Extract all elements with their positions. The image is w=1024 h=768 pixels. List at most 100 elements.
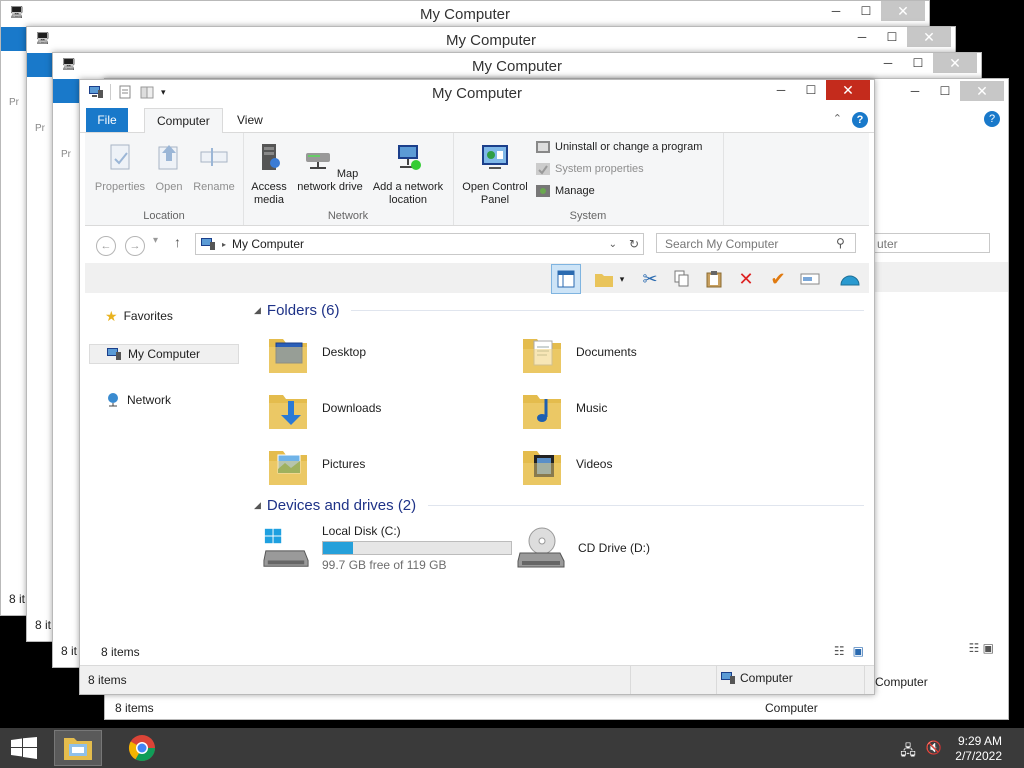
tab-file[interactable]: File — [86, 108, 128, 132]
control-panel-icon — [482, 145, 508, 169]
minimize-button[interactable]: ─ — [847, 27, 877, 47]
network-location-icon — [398, 145, 421, 170]
clock[interactable]: 9:29 AM 2/7/2022 — [955, 734, 1002, 764]
recent-locations-icon[interactable]: ▾ — [153, 235, 158, 246]
add-network-location-button[interactable]: Add a network location — [367, 141, 449, 207]
status-items: 8 it — [9, 592, 26, 606]
ribbon: Properties Open Rename Location Access m… — [85, 133, 869, 226]
close-button[interactable]: ✕ — [881, 1, 925, 21]
nav-my-computer[interactable]: My Computer — [89, 344, 239, 364]
copy-icon[interactable] — [671, 268, 693, 290]
options-dropdown-icon[interactable]: ▾ — [617, 268, 627, 290]
address-dropdown-icon[interactable]: ⌄ — [609, 239, 617, 250]
access-media-button[interactable]: Access media — [247, 141, 291, 207]
file-tab[interactable] — [53, 79, 81, 103]
folder-pictures[interactable]: Pictures — [266, 438, 506, 490]
collapse-arrow-icon: ◢ — [254, 500, 261, 510]
close-button[interactable]: ✕ — [907, 27, 951, 47]
collapse-arrow-icon: ◢ — [254, 305, 261, 315]
paste-icon[interactable] — [703, 268, 725, 290]
drive-c-usage-bar — [322, 541, 512, 555]
start-button[interactable] — [10, 737, 38, 759]
maximize-button[interactable]: ☐ — [851, 1, 881, 21]
navigation-pane: ★ Favorites My Computer Network — [85, 296, 245, 650]
cut-icon[interactable]: ✂ — [639, 268, 661, 290]
close-button[interactable]: ✕ — [826, 80, 870, 100]
folder-videos[interactable]: Videos — [520, 438, 760, 490]
folder-desktop[interactable]: Desktop — [266, 326, 506, 378]
map-network-drive-button[interactable]: Map network drive — [293, 141, 367, 194]
search-input[interactable]: uter — [870, 233, 990, 253]
folder-downloads[interactable]: Downloads — [266, 382, 506, 434]
documents-folder-icon — [523, 339, 561, 373]
search-icon[interactable]: ⚲ — [836, 236, 845, 250]
address-bar[interactable]: ▸ My Computer ⌄ ↻ — [195, 233, 644, 255]
nav-favorites[interactable]: ★ Favorites — [89, 306, 239, 326]
large-icons-view-icon[interactable]: ▣ — [853, 644, 864, 658]
forward-button[interactable]: → — [125, 236, 145, 256]
tab-computer[interactable]: Computer — [144, 108, 223, 133]
maximize-button[interactable]: ☐ — [877, 27, 907, 47]
minimize-button[interactable]: ─ — [766, 80, 796, 100]
rename-button[interactable]: Rename — [189, 141, 239, 194]
folders-header[interactable]: ◢ Folders (6) — [254, 302, 864, 319]
maximize-button[interactable]: ☐ — [903, 53, 933, 73]
chrome-icon — [128, 735, 156, 762]
checkmark-icon[interactable]: ✔ — [767, 268, 789, 290]
taskbar-file-explorer[interactable] — [54, 730, 102, 766]
minimize-button[interactable]: ─ — [821, 1, 851, 21]
preview-pane-icon[interactable] — [551, 264, 581, 294]
nav-network[interactable]: Network — [89, 390, 239, 410]
star-icon: ★ — [105, 307, 118, 324]
close-button[interactable]: ✕ — [960, 81, 1004, 101]
file-tab[interactable] — [1, 27, 29, 51]
shell-icon[interactable] — [839, 268, 861, 290]
location-group-title: Location — [143, 210, 185, 222]
explorer-window[interactable]: ▾ My Computer ─ ☐ ✕ File Computer View ⌃… — [79, 79, 875, 695]
folder-music[interactable]: Music — [520, 382, 760, 434]
title-bar[interactable]: ▾ My Computer ─ ☐ ✕ — [80, 80, 874, 106]
status-computer: Computer — [875, 675, 928, 689]
search-input[interactable]: Search My Computer — [656, 233, 856, 253]
folder-documents[interactable]: Documents — [520, 326, 760, 378]
volume-muted-icon[interactable]: 🔇 — [926, 740, 942, 764]
system-properties-icon — [536, 163, 550, 175]
refresh-icon[interactable]: ↻ — [629, 237, 639, 251]
close-button[interactable]: ✕ — [933, 53, 977, 73]
view-toggle-icons[interactable]: ☷ ▣ — [969, 641, 994, 655]
delete-icon[interactable]: ✕ — [735, 268, 757, 290]
breadcrumb-my-computer[interactable]: My Computer — [232, 237, 304, 251]
tab-view[interactable]: View — [225, 108, 275, 132]
computer-icon — [107, 348, 121, 360]
up-arrow-icon[interactable]: ↑ — [174, 234, 181, 250]
properties-button[interactable]: Properties — [91, 141, 149, 194]
devices-header[interactable]: ◢ Devices and drives (2) — [254, 497, 864, 514]
manage-button[interactable]: Manage — [535, 182, 595, 200]
network-drive-icon — [305, 153, 330, 169]
back-button[interactable]: ← — [96, 236, 116, 256]
network-group-title: Network — [327, 210, 369, 222]
uninstall-program-button[interactable]: Uninstall or change a program — [535, 138, 702, 156]
breadcrumb-chevron-icon[interactable]: ▸ — [222, 240, 226, 249]
collapse-ribbon-icon[interactable]: ⌃ — [833, 112, 842, 125]
drive-c[interactable]: Local Disk (C:) 99.7 GB free of 119 GB — [262, 522, 512, 574]
file-tab[interactable] — [27, 53, 55, 77]
minimize-button[interactable]: ─ — [873, 53, 903, 73]
drive-d[interactable]: CD Drive (D:) — [516, 522, 756, 574]
system-properties-button[interactable]: System properties — [535, 160, 644, 178]
open-button[interactable]: Open — [151, 141, 187, 194]
open-control-panel-button[interactable]: Open Control Panel — [459, 141, 531, 207]
programs-icon — [536, 141, 550, 153]
details-view-icon[interactable]: ☷ — [834, 644, 845, 658]
drive-c-free-space: 99.7 GB free of 119 GB — [322, 558, 447, 572]
rename-icon — [200, 148, 228, 166]
minimize-button[interactable]: ─ — [900, 81, 930, 101]
help-icon[interactable]: ? — [984, 111, 1000, 127]
maximize-button[interactable]: ☐ — [930, 81, 960, 101]
taskbar-chrome[interactable] — [118, 730, 166, 766]
help-icon[interactable]: ? — [852, 112, 868, 128]
rename-field-icon[interactable] — [799, 268, 821, 290]
network-tray-icon[interactable]: 🖧 — [900, 740, 916, 764]
folder-options-icon[interactable] — [593, 268, 615, 290]
maximize-button[interactable]: ☐ — [796, 80, 826, 100]
